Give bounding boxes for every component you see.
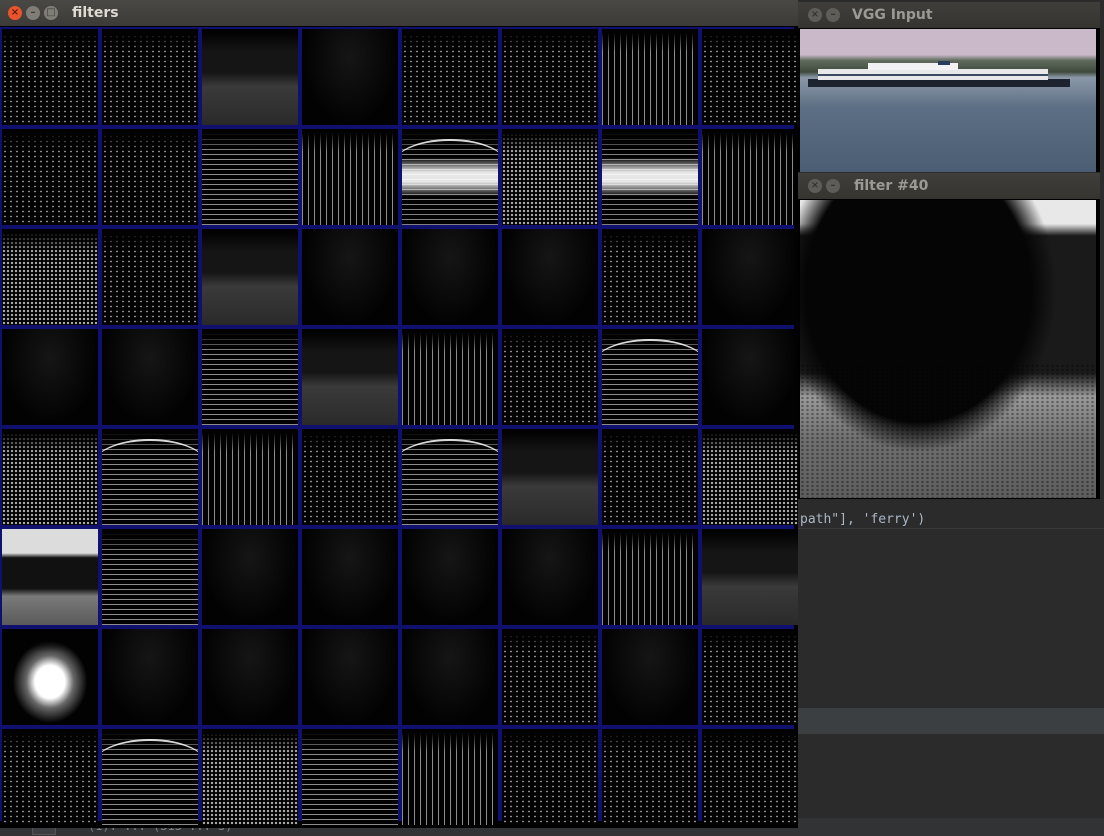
filter-tile[interactable] (702, 529, 798, 625)
window-title: filters (72, 5, 119, 21)
filter-tile[interactable] (102, 329, 198, 425)
filter-tile[interactable] (502, 529, 598, 625)
vgg-input-window: × – VGG Input (798, 2, 1100, 172)
filter-tile[interactable] (102, 429, 198, 525)
filter-tile[interactable] (302, 429, 398, 525)
filter-tile[interactable] (402, 329, 498, 425)
filter-tile[interactable] (502, 29, 598, 125)
filter-preview-titlebar[interactable]: × – filter #40 (798, 173, 1100, 199)
filter-tile[interactable] (702, 629, 798, 725)
filter-tile[interactable] (602, 629, 698, 725)
filter-tile[interactable] (302, 229, 398, 325)
filter-tile[interactable] (502, 129, 598, 225)
filter-activation-image (800, 200, 1096, 498)
filter-tile[interactable] (102, 729, 198, 825)
window-title: filter #40 (854, 178, 929, 194)
filter-tile[interactable] (602, 229, 698, 325)
filter-tile[interactable] (702, 29, 798, 125)
filter-tile[interactable] (202, 529, 298, 625)
maximize-icon[interactable]: □ (44, 6, 58, 20)
filter-tile[interactable] (302, 29, 398, 125)
filter-tile[interactable] (502, 729, 598, 825)
filter-tile[interactable] (102, 529, 198, 625)
filter-tile[interactable] (502, 229, 598, 325)
filter-tile[interactable] (702, 329, 798, 425)
filter-tile[interactable] (402, 529, 498, 625)
filter-tile[interactable] (602, 729, 698, 825)
close-icon[interactable]: × (8, 6, 22, 20)
filter-tile[interactable] (402, 629, 498, 725)
filter-tile[interactable] (2, 129, 98, 225)
filter-tile[interactable] (2, 429, 98, 525)
filter-tile[interactable] (302, 629, 398, 725)
filter-tile[interactable] (602, 329, 698, 425)
filter-tile[interactable] (2, 29, 98, 125)
filter-tile[interactable] (602, 29, 698, 125)
filter-tile[interactable] (302, 529, 398, 625)
filter-tile[interactable] (402, 29, 498, 125)
filter-tile[interactable] (2, 729, 98, 825)
filter-tile[interactable] (2, 229, 98, 325)
filter-tile[interactable] (202, 329, 298, 425)
filter-tile[interactable] (702, 129, 798, 225)
input-image (800, 29, 1096, 172)
filter-tile[interactable] (202, 129, 298, 225)
editor-panel (798, 708, 1104, 734)
filter-tile[interactable] (502, 629, 598, 725)
close-icon[interactable]: × (808, 179, 822, 193)
filter-tile[interactable] (602, 529, 698, 625)
vgg-input-titlebar[interactable]: × – VGG Input (798, 2, 1100, 28)
code-line: path"], 'ferry') (800, 512, 926, 527)
filter-tile[interactable] (402, 229, 498, 325)
window-title: VGG Input (852, 7, 933, 23)
filter-grid (0, 27, 798, 825)
filter-tile[interactable] (202, 729, 298, 825)
filter-tile[interactable] (402, 129, 498, 225)
filter-tile[interactable] (502, 329, 598, 425)
filter-tile[interactable] (702, 229, 798, 325)
filters-titlebar[interactable]: × – □ filters (0, 0, 798, 26)
filter-tile[interactable] (102, 229, 198, 325)
filter-tile[interactable] (202, 229, 298, 325)
filter-tile[interactable] (302, 729, 398, 825)
filter-tile[interactable] (302, 129, 398, 225)
filter-tile[interactable] (102, 129, 198, 225)
filters-window: × – □ filters (0, 0, 798, 828)
close-icon[interactable]: × (808, 8, 822, 22)
filter-tile[interactable] (102, 29, 198, 125)
filter-tile[interactable] (102, 629, 198, 725)
filter-tile[interactable] (402, 729, 498, 825)
ferry-graphic (808, 61, 1070, 87)
filter-tile[interactable] (702, 429, 798, 525)
code-editor-background (798, 500, 1104, 836)
filter-tile[interactable] (602, 429, 698, 525)
filter-tile[interactable] (2, 529, 98, 625)
filter-tile[interactable] (502, 429, 598, 525)
filter-preview-window: × – filter #40 (798, 173, 1100, 499)
filter-tile[interactable] (2, 629, 98, 725)
filter-tile[interactable] (202, 429, 298, 525)
filter-tile[interactable] (202, 29, 298, 125)
filter-tile[interactable] (2, 329, 98, 425)
filter-tile[interactable] (302, 329, 398, 425)
minimize-icon[interactable]: – (826, 179, 840, 193)
filter-tile[interactable] (402, 429, 498, 525)
filter-tile[interactable] (202, 629, 298, 725)
minimize-icon[interactable]: – (826, 8, 840, 22)
filter-tile[interactable] (602, 129, 698, 225)
editor-divider (798, 528, 1104, 529)
filter-tile[interactable] (702, 729, 798, 825)
minimize-icon[interactable]: – (26, 6, 40, 20)
